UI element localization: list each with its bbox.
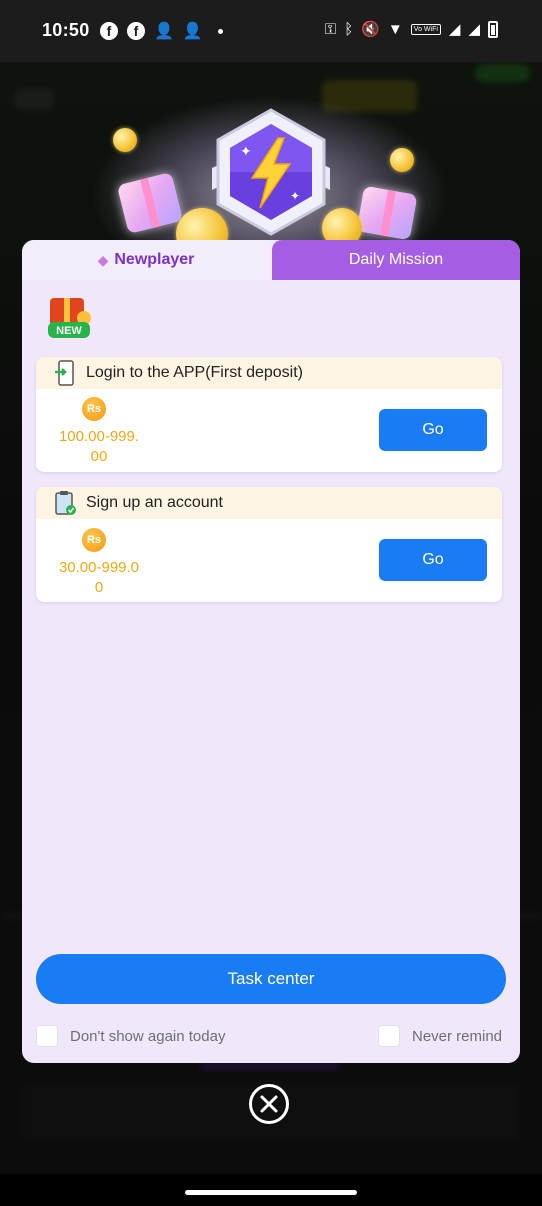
close-icon [260,1095,278,1113]
home-gesture-handle[interactable] [185,1190,357,1195]
go-button[interactable]: Go [379,539,487,581]
never-remind-checkbox[interactable] [378,1025,400,1047]
volte-icon: Vo WiFi [410,23,441,35]
go-button[interactable]: Go [379,409,487,451]
task-modal: ◆ Newplayer Daily Mission NEW Login to t… [22,240,520,1063]
new-badge-text: NEW [56,325,82,337]
person-add-icon: 👤 [182,23,203,40]
phone-login-icon [54,360,76,386]
amount-line: 30.00-999.0 [58,559,140,576]
status-bar: 10:50 f f 👤 👤 ⚿ ᛒ 🔇 ▼ Vo WiFi ◢ ◢ [0,0,542,62]
tab-daily-mission[interactable]: Daily Mission [272,240,520,280]
navigation-bar [0,1174,542,1206]
facebook-icon: f [100,22,118,40]
gift-icon [356,185,418,241]
gem-icon: ◆ [97,251,109,268]
task-reward-amount: 100.00-999. 00 [48,427,150,467]
lightning-medal-icon: ✦ ✦ [212,108,330,236]
dot-icon [217,28,223,34]
amount-line: 0 [94,579,104,596]
tab-bar: ◆ Newplayer Daily Mission [22,240,520,280]
status-time: 10:50 [42,20,90,40]
notification-icons: f f 👤 👤 [100,21,223,41]
task-title: Login to the APP(First deposit) [86,364,303,381]
rupee-coin-icon: Rs [82,528,106,552]
signal-icon: ◢ [448,21,461,38]
facebook-icon: f [127,22,145,40]
svg-text:✦: ✦ [240,143,252,159]
mute-icon: 🔇 [361,21,380,38]
svg-text:✦: ✦ [290,189,300,203]
tab-label: Newplayer [114,251,195,268]
amount-line: 00 [90,448,108,465]
task-center-button[interactable]: Task center [36,954,506,1004]
task-card: Login to the APP(First deposit) Rs 100.0… [36,357,502,472]
dont-show-label: Don't show again today [70,1027,226,1045]
system-icons: ⚿ ᛒ 🔇 ▼ Vo WiFi ◢ ◢ [325,20,498,38]
bluetooth-icon: ᛒ [344,20,354,38]
person-add-icon: 👤 [154,23,174,40]
wifi-icon: ▼ [387,20,403,38]
coin-icon [113,128,137,152]
key-icon: ⚿ [324,20,337,38]
coin-icon [390,148,414,172]
task-card: Sign up an account Rs 30.00-999.0 0 Go [36,487,502,602]
battery-icon [488,20,498,38]
tab-newplayer[interactable]: ◆ Newplayer [22,240,270,280]
dont-show-checkbox[interactable] [36,1025,58,1047]
signal-icon: ◢ [468,21,480,38]
dont-show-again-option[interactable]: Don't show again today [36,1025,225,1047]
clipboard-check-icon [54,490,76,516]
tab-label: Daily Mission [348,251,444,268]
task-title: Sign up an account [86,494,223,511]
rupee-coin-icon: Rs [82,397,106,421]
never-remind-label: Never remind [412,1027,503,1045]
close-button[interactable] [249,1084,289,1124]
task-card-header: Login to the APP(First deposit) [36,357,502,389]
task-reward-amount: 30.00-999.0 0 [48,558,150,598]
new-gift-badge-icon: NEW [48,298,91,338]
amount-line: 100.00-999. [58,428,140,445]
never-remind-option[interactable]: Never remind [378,1025,502,1047]
task-card-header: Sign up an account [36,487,502,519]
